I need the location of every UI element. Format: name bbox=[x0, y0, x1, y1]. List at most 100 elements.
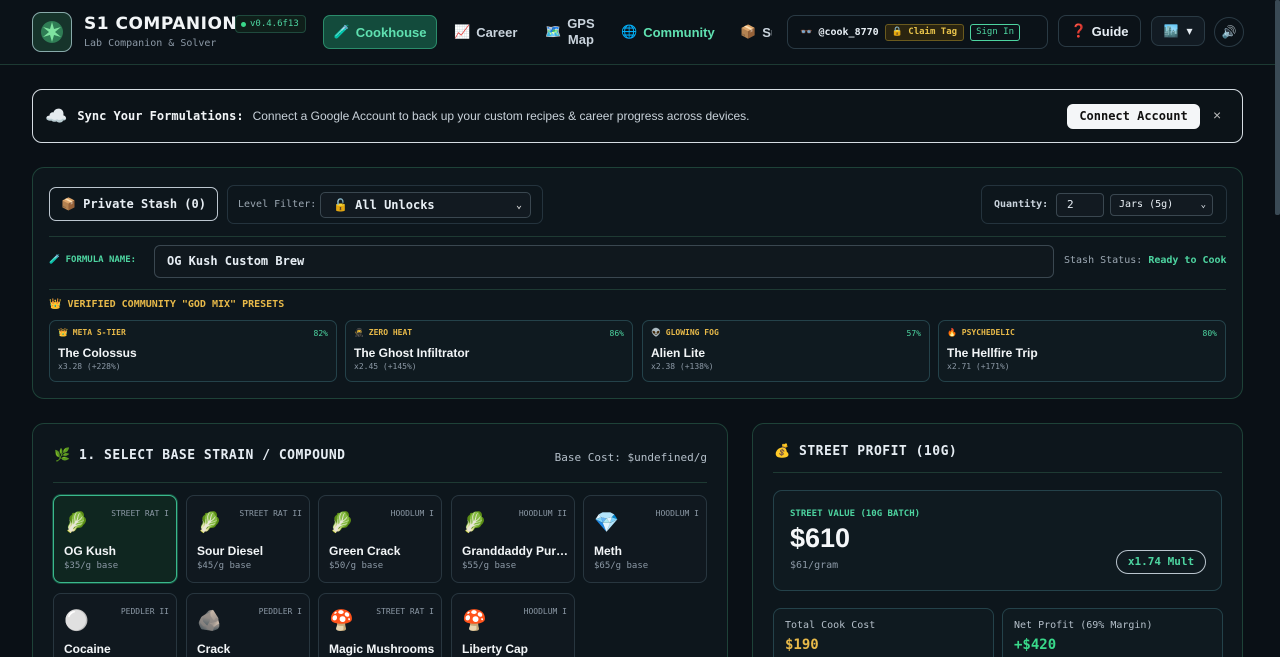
strain-panel: 🌿 1. SELECT BASE STRAIN / COMPOUND Base … bbox=[32, 423, 728, 657]
strain-card-cocaine[interactable]: ⚪ PEDDLER II Cocaine bbox=[53, 593, 177, 657]
preset-card[interactable]: 👑 META S-TIER 82% The Colossus x3.28 (+2… bbox=[49, 320, 337, 382]
sign-in-button[interactable]: Sign In bbox=[970, 23, 1020, 41]
app-logo[interactable] bbox=[32, 12, 72, 52]
question-icon: ❓ bbox=[1070, 23, 1087, 38]
preset-percent: 80% bbox=[1202, 329, 1217, 338]
strain-tier: PEDDLER II bbox=[120, 607, 169, 616]
level-filter-label: Level Filter: bbox=[238, 199, 317, 210]
close-icon[interactable]: × bbox=[1213, 107, 1221, 123]
strain-title: 1. SELECT BASE STRAIN / COMPOUND bbox=[79, 448, 346, 463]
preset-card[interactable]: 🥷 ZERO HEAT 86% The Ghost Infiltrator x2… bbox=[345, 320, 633, 382]
tab-label-line1: GPS bbox=[567, 16, 595, 31]
divider bbox=[773, 472, 1222, 473]
globe-icon: 🌐 bbox=[621, 24, 638, 39]
preset-tag: 👑 META S-TIER bbox=[58, 328, 126, 337]
leaf-icon: 🥬 bbox=[64, 510, 89, 534]
tab-community[interactable]: 🌐 Community bbox=[621, 15, 715, 49]
divider bbox=[49, 236, 1226, 237]
preset-tag: 🥷 ZERO HEAT bbox=[354, 328, 413, 337]
quantity-input[interactable]: 2 bbox=[1056, 193, 1104, 217]
profit-heading: 💰 STREET PROFIT (10G) bbox=[774, 444, 957, 459]
base-cost: Base Cost: $undefined/g bbox=[554, 451, 707, 464]
city-icon: 🏙️ bbox=[1163, 24, 1179, 38]
strain-card-magic-mushrooms[interactable]: 🍄 STREET RAT I Magic Mushrooms bbox=[318, 593, 442, 657]
chevron-down-icon: ▾ bbox=[1186, 24, 1193, 38]
user-box: 👓 @cook_8770 🔒 Claim Tag Sign In bbox=[787, 15, 1048, 49]
preset-card[interactable]: 🔥 PSYCHEDELIC 80% The Hellfire Trip x2.7… bbox=[938, 320, 1226, 382]
street-value-card: STREET VALUE (10G BATCH) $610 $61/gram x… bbox=[773, 490, 1222, 591]
leaf-icon: 🥬 bbox=[329, 510, 354, 534]
unit-select[interactable]: Jars (5g) ⌄ bbox=[1110, 194, 1213, 216]
strain-card-meth[interactable]: 💎 HOODLUM I Meth $65/g base bbox=[583, 495, 707, 583]
preset-percent: 86% bbox=[609, 329, 624, 338]
scrollbar-thumb[interactable] bbox=[1275, 0, 1280, 215]
strain-heading: 🌿 1. SELECT BASE STRAIN / COMPOUND bbox=[54, 448, 345, 463]
stash-status-label: Stash Status: bbox=[1064, 255, 1143, 266]
tab-label: Career bbox=[476, 24, 518, 40]
connect-account-button[interactable]: Connect Account bbox=[1067, 104, 1200, 129]
sync-title: Sync Your Formulations: bbox=[77, 109, 244, 123]
leaf-icon: 🥬 bbox=[462, 510, 487, 534]
strain-card-crack[interactable]: 🪨 PEDDLER I Crack bbox=[186, 593, 310, 657]
strain-card-sour-diesel[interactable]: 🥬 STREET RAT II Sour Diesel $45/g base bbox=[186, 495, 310, 583]
strain-price: $45/g base bbox=[197, 561, 252, 571]
preset-name: The Colossus bbox=[58, 346, 137, 360]
strain-tier: HOODLUM I bbox=[523, 607, 567, 616]
tab-label-line2: Map bbox=[567, 32, 594, 47]
street-value-label: STREET VALUE (10G BATCH) bbox=[790, 509, 921, 519]
per-gram-value: $61/gram bbox=[790, 560, 839, 571]
cook-cost-value: $190 bbox=[785, 637, 819, 653]
strain-price: $55/g base bbox=[462, 561, 517, 571]
net-profit-label: Net Profit (69% Margin) bbox=[1014, 620, 1153, 631]
map-icon: 🗺️ bbox=[545, 24, 562, 39]
version-badge: v0.4.6f13 bbox=[235, 15, 306, 33]
preset-percent: 57% bbox=[906, 329, 921, 338]
preset-name: Alien Lite bbox=[651, 346, 706, 360]
strain-card-og-kush[interactable]: 🥬 STREET RAT I OG Kush $35/g base bbox=[53, 495, 177, 583]
tab-gps-map[interactable]: 🗺️ GPS Map bbox=[545, 15, 595, 49]
level-filter-value: 🔓 All Unlocks bbox=[333, 198, 435, 212]
glasses-icon: 👓 bbox=[800, 26, 813, 38]
preset-multiplier: x2.71 (+171%) bbox=[947, 362, 1010, 371]
tab-su[interactable]: 📦 Su bbox=[740, 15, 772, 49]
private-stash-button[interactable]: 📦 Private Stash (0) bbox=[49, 187, 218, 221]
user-handle: @cook_8770 bbox=[818, 26, 879, 38]
cook-cost-label: Total Cook Cost bbox=[785, 620, 876, 631]
divider bbox=[53, 482, 707, 483]
tab-cookhouse[interactable]: 🧪 Cookhouse bbox=[323, 15, 437, 49]
preset-card[interactable]: 👽 GLOWING FOG 57% Alien Lite x2.38 (+138… bbox=[642, 320, 930, 382]
strain-name: Sour Diesel bbox=[197, 544, 264, 558]
formula-name-label: 🧪 FORMULA NAME: bbox=[49, 255, 137, 265]
sync-message: Connect a Google Account to back up your… bbox=[252, 109, 750, 123]
strain-card-green-crack[interactable]: 🥬 HOODLUM I Green Crack $50/g base bbox=[318, 495, 442, 583]
strain-tier: HOODLUM I bbox=[390, 509, 434, 518]
preset-multiplier: x2.45 (+145%) bbox=[354, 362, 417, 371]
guide-button[interactable]: ❓ Guide bbox=[1058, 15, 1141, 47]
formula-name-input[interactable]: OG Kush Custom Brew bbox=[154, 245, 1054, 278]
strain-card-liberty-cap[interactable]: 🍄 HOODLUM I Liberty Cap bbox=[451, 593, 575, 657]
strain-tier: STREET RAT II bbox=[239, 509, 302, 518]
cloud-icon: ☁️ bbox=[45, 105, 68, 126]
speaker-icon: 🔊 bbox=[1221, 25, 1237, 39]
rock-icon: 🪨 bbox=[197, 608, 222, 632]
tab-label: Su bbox=[762, 24, 772, 40]
tab-label: Cookhouse bbox=[355, 24, 427, 40]
sound-button[interactable]: 🔊 bbox=[1214, 17, 1244, 47]
quantity-label: Quantity: bbox=[994, 199, 1049, 210]
claim-tag-button[interactable]: 🔒 Claim Tag bbox=[884, 23, 965, 41]
app-subtitle: Lab Companion & Solver bbox=[84, 38, 217, 49]
net-profit-value: +$420 bbox=[1014, 637, 1057, 653]
tab-career[interactable]: 📈 Career bbox=[454, 15, 517, 49]
level-filter-select[interactable]: 🔓 All Unlocks ⌄ bbox=[320, 192, 531, 218]
strain-card-granddaddy-purple[interactable]: 🥬 HOODLUM II Granddaddy Purple $55/g bas… bbox=[451, 495, 575, 583]
crystal-icon: 💎 bbox=[594, 510, 619, 534]
city-select[interactable]: 🏙️ ▾ bbox=[1151, 16, 1205, 46]
preset-tag: 👽 GLOWING FOG bbox=[651, 328, 719, 337]
stash-status: Stash Status: Ready to Cook bbox=[1064, 255, 1227, 266]
level-filter: Level Filter: 🔓 All Unlocks ⌄ bbox=[227, 185, 543, 224]
strain-price: $50/g base bbox=[329, 561, 384, 571]
profit-title: STREET PROFIT (10G) bbox=[799, 444, 958, 459]
mushroom-icon: 🍄 bbox=[462, 608, 487, 632]
strain-name: Meth bbox=[594, 544, 622, 558]
test-tube-icon: 🧪 bbox=[333, 24, 350, 39]
